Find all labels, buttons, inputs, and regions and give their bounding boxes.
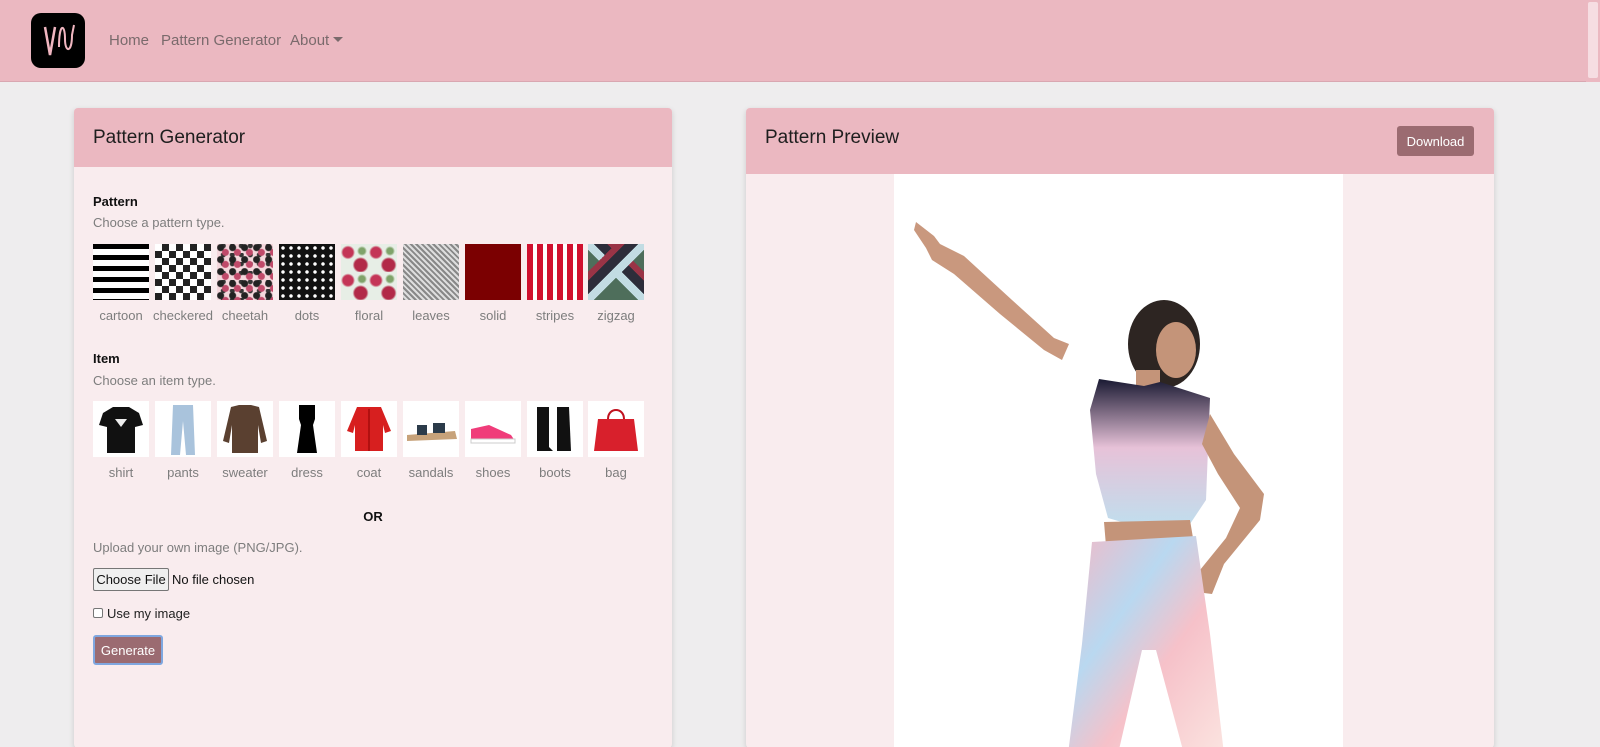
- item-option-boots[interactable]: [527, 401, 583, 457]
- pattern-label: stripes: [535, 308, 575, 323]
- sandals-icon: [407, 423, 457, 441]
- pattern-option-dots[interactable]: [279, 244, 335, 300]
- generate-button[interactable]: Generate: [93, 635, 163, 665]
- pattern-hint: Choose a pattern type.: [93, 215, 225, 230]
- pattern-option-cartoon[interactable]: [93, 244, 149, 300]
- item-label: sandals: [408, 465, 454, 480]
- nav-home[interactable]: Home: [109, 32, 149, 49]
- upload-hint: Upload your own image (PNG/JPG).: [93, 540, 303, 555]
- card-header: Pattern Generator: [74, 108, 672, 167]
- item-hint: Choose an item type.: [93, 373, 216, 388]
- pattern-label: leaves: [412, 308, 450, 323]
- item-label: shoes: [475, 465, 511, 480]
- item-option-bag[interactable]: [588, 401, 644, 457]
- item-heading: Item: [93, 351, 120, 366]
- pattern-option-floral[interactable]: [341, 244, 397, 300]
- use-my-image-label[interactable]: Use my image: [107, 606, 190, 621]
- pattern-label: solid: [479, 308, 507, 323]
- logo[interactable]: [31, 13, 85, 68]
- shirt-icon: [99, 407, 143, 453]
- pattern-generator-card: Pattern Generator Pattern Choose a patte…: [74, 108, 672, 747]
- item-option-sweater[interactable]: [217, 401, 273, 457]
- card-title: Pattern Preview: [765, 127, 900, 148]
- pattern-option-checkered[interactable]: [155, 244, 211, 300]
- pattern-option-leaves[interactable]: [403, 244, 459, 300]
- dress-icon: [297, 405, 317, 453]
- pattern-label: cheetah: [221, 308, 269, 323]
- item-label: boots: [539, 465, 571, 480]
- coat-icon: [347, 407, 391, 451]
- download-button[interactable]: Download: [1397, 126, 1474, 156]
- or-divider: OR: [363, 509, 383, 524]
- pattern-label: cartoon: [99, 308, 143, 323]
- bag-icon: [594, 409, 638, 451]
- pattern-label: dots: [294, 308, 320, 323]
- shoes-icon: [470, 425, 516, 444]
- file-status: No file chosen: [172, 572, 255, 587]
- card-header: Pattern Preview Download: [746, 108, 1494, 174]
- pattern-label: floral: [354, 308, 384, 323]
- navbar: Home Pattern Generator About: [0, 0, 1600, 82]
- preview-figure: [914, 222, 1264, 747]
- preview-image: [894, 174, 1343, 747]
- nav-about-dropdown[interactable]: About: [290, 32, 344, 49]
- item-option-shoes[interactable]: [465, 401, 521, 457]
- pattern-option-stripes[interactable]: [527, 244, 583, 300]
- item-option-sandals[interactable]: [403, 401, 459, 457]
- item-label: coat: [356, 465, 382, 480]
- item-label: dress: [291, 465, 323, 480]
- pattern-heading: Pattern: [93, 194, 138, 209]
- item-label: shirt: [108, 465, 134, 480]
- choose-file-button[interactable]: Choose File: [93, 568, 169, 591]
- chevron-down-icon: [333, 37, 344, 42]
- pattern-label: checkered: [153, 308, 213, 323]
- boots-icon: [537, 407, 571, 451]
- item-label: pants: [167, 465, 199, 480]
- pattern-label: zigzag: [597, 308, 635, 323]
- scrollbar-thumb[interactable]: [1588, 2, 1598, 78]
- item-label: sweater: [222, 465, 268, 480]
- item-option-coat[interactable]: [341, 401, 397, 457]
- item-option-shirt[interactable]: [93, 401, 149, 457]
- nav-about-label: About: [290, 32, 330, 49]
- pattern-option-zigzag[interactable]: [588, 244, 644, 300]
- pattern-preview-card: Pattern Preview Download: [746, 108, 1494, 747]
- sweater-icon: [223, 405, 267, 453]
- item-option-pants[interactable]: [155, 401, 211, 457]
- pants-icon: [171, 405, 195, 455]
- pattern-option-solid[interactable]: [465, 244, 521, 300]
- item-label: bag: [605, 465, 627, 480]
- card-title: Pattern Generator: [93, 127, 246, 148]
- use-my-image-checkbox[interactable]: [93, 608, 103, 618]
- logo-icon: [43, 24, 75, 56]
- nav-pattern-generator[interactable]: Pattern Generator: [161, 32, 281, 49]
- item-option-dress[interactable]: [279, 401, 335, 457]
- scrollbar[interactable]: [1586, 0, 1600, 82]
- pattern-option-cheetah[interactable]: [217, 244, 273, 300]
